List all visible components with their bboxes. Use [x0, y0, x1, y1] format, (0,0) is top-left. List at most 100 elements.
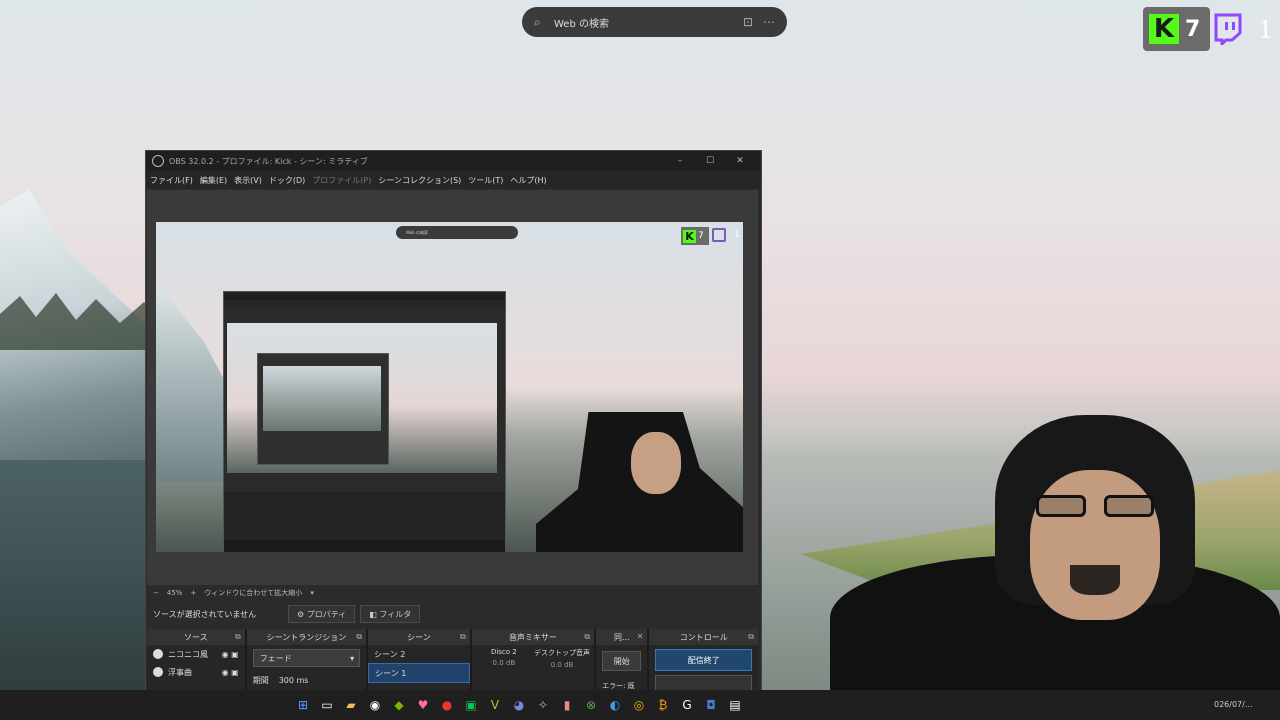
- taskbar: ⊞ ▭ ▰ ◉ ◆ ♥ ● ▣ V ◕ ✧ ▮ ⊗ ◐ ◎ ₿ G ◘ ▤ 02…: [0, 690, 1280, 720]
- sources-dock-title: ソース: [184, 632, 208, 642]
- nested-preview-2: [257, 353, 389, 465]
- menu-scene-collection[interactable]: シーンコレクション(S): [378, 175, 461, 186]
- obs-window-title: OBS 32.0.2 - プロファイル: Kick - シーン: ミラティブ: [169, 156, 368, 166]
- menu-view[interactable]: 表示(V): [234, 175, 262, 186]
- discord-icon[interactable]: ◕: [508, 694, 530, 716]
- zoom-dropdown-icon[interactable]: ▾: [310, 589, 314, 597]
- nested-docks: [224, 492, 505, 540]
- sources-dock-header: ソース ⧉: [147, 629, 245, 645]
- xbox-icon[interactable]: ⊗: [580, 694, 602, 716]
- controls-dock-title: コントロール: [679, 632, 728, 642]
- channel-db: 0.0 dB: [550, 661, 574, 669]
- minimize-icon[interactable]: –: [665, 156, 695, 166]
- no-source-label: ソースが選択されていません: [153, 609, 257, 619]
- duration-input[interactable]: 300 ms: [279, 676, 309, 685]
- preview-search-bar: Web の検索: [396, 226, 518, 239]
- mixer-channels: Disco 2 0.0 dB デスクトップ音声 0.0 dB: [472, 645, 594, 672]
- menu-profile[interactable]: プロファイル(P): [312, 175, 371, 186]
- windows-start-icon[interactable]: ⊞: [292, 694, 314, 716]
- maximize-icon[interactable]: ☐: [695, 156, 725, 166]
- visibility-eye-icon[interactable]: ◉ ▣: [222, 650, 239, 659]
- obs-taskbar-icon[interactable]: ◉: [364, 694, 386, 716]
- file-explorer-icon[interactable]: ▰: [340, 694, 362, 716]
- mixer-dock-title: 音声ミキサー: [508, 632, 557, 642]
- preview-area[interactable]: Web の検索 K 7 1: [147, 190, 758, 585]
- close-icon[interactable]: ✕: [637, 632, 644, 641]
- controls-dock-header: コントロール ⧉: [649, 629, 758, 645]
- edge-icon[interactable]: ◐: [604, 694, 626, 716]
- lips-app-icon[interactable]: ♥: [412, 694, 434, 716]
- audio-mixer-dock: 音声ミキサー ⧉ Disco 2 0.0 dB デスクトップ音声 0.0 dB: [471, 629, 597, 695]
- program-preview[interactable]: Web の検索 K 7 1: [156, 222, 743, 552]
- preview-webcam: [536, 412, 743, 552]
- menu-help[interactable]: ヘルプ(H): [510, 175, 546, 186]
- sync-start-button[interactable]: 開始: [602, 651, 642, 671]
- menu-edit[interactable]: 編集(E): [200, 175, 227, 186]
- undock-icon[interactable]: ⧉: [356, 632, 362, 642]
- app-icon[interactable]: ✧: [532, 694, 554, 716]
- scene-item[interactable]: シーン 2: [368, 645, 470, 663]
- task-view-icon[interactable]: ▭: [316, 694, 338, 716]
- preview-kick-badge: K 7: [681, 227, 709, 245]
- webcam-overlay: [830, 415, 1280, 695]
- glasses-lens: [1104, 495, 1154, 517]
- visibility-eye-icon[interactable]: ◉ ▣: [222, 668, 239, 677]
- nested-taskbar: [224, 540, 505, 552]
- zoom-in-button[interactable]: +: [190, 589, 196, 597]
- fit-window-toggle[interactable]: ウィンドウに合わせて拡大縮小: [204, 588, 302, 598]
- undock-icon[interactable]: ⧉: [584, 632, 590, 642]
- zoom-out-button[interactable]: −: [153, 589, 159, 597]
- nested-preview: [227, 323, 497, 473]
- search-icon: ⌕: [534, 15, 541, 29]
- app-icon[interactable]: ▮: [556, 694, 578, 716]
- properties-button[interactable]: ⚙ プロパティ: [288, 605, 356, 623]
- bitcoin-app-icon[interactable]: ₿: [652, 694, 674, 716]
- properties-label: プロパティ: [306, 609, 347, 619]
- filters-button[interactable]: ◧ フィルタ: [360, 605, 421, 623]
- app-icon[interactable]: ◘: [700, 694, 722, 716]
- twitch-logo-icon: [1214, 13, 1242, 45]
- preview-face: [631, 432, 681, 494]
- menu-file[interactable]: ファイル(F): [150, 175, 193, 186]
- stop-stream-button[interactable]: 配信終了: [655, 649, 752, 671]
- app-icon[interactable]: G: [676, 694, 698, 716]
- transition-select[interactable]: フェード ▾: [252, 649, 361, 667]
- close-icon[interactable]: ✕: [725, 156, 755, 166]
- source-item[interactable]: ニコニコ風 ◉ ▣: [147, 645, 245, 663]
- webcam-face: [1030, 470, 1160, 620]
- webcam-beard: [1070, 565, 1120, 595]
- nested-preview-3: [263, 366, 381, 431]
- webcam-glasses: [1036, 495, 1156, 521]
- scenes-dock: シーン ⧉ シーン 2 シーン 1: [368, 629, 472, 695]
- visual-search-icon[interactable]: ⊡: [743, 15, 753, 29]
- menu-tools[interactable]: ツール(T): [468, 175, 503, 186]
- source-toolbar: ソースが選択されていません ⚙ プロパティ ◧ フィルタ: [147, 601, 758, 627]
- obs-titlebar[interactable]: OBS 32.0.2 - プロファイル: Kick - シーン: ミラティブ –…: [146, 151, 761, 171]
- app-icon[interactable]: ▤: [724, 694, 746, 716]
- taskbar-icons: ⊞ ▭ ▰ ◉ ◆ ♥ ● ▣ V ◕ ✧ ▮ ⊗ ◐ ◎ ₿ G ◘ ▤: [292, 694, 748, 716]
- v-app-icon[interactable]: V: [484, 694, 506, 716]
- preview-kick-count: 7: [698, 231, 704, 241]
- mixer-channel: Disco 2 0.0 dB: [475, 648, 533, 669]
- more-icon[interactable]: ⋯: [763, 15, 775, 29]
- undock-icon[interactable]: ⧉: [748, 632, 754, 642]
- nested-titlebar: [224, 292, 505, 300]
- obs-logo-icon: [152, 155, 164, 167]
- scene-item-active[interactable]: シーン 1: [368, 663, 470, 683]
- menu-docks[interactable]: ドック(D): [269, 175, 305, 186]
- chrome-icon[interactable]: ◎: [628, 694, 650, 716]
- undock-icon[interactable]: ⧉: [235, 632, 241, 642]
- undock-icon[interactable]: ⧉: [460, 632, 466, 642]
- mixer-dock-header: 音声ミキサー ⧉: [471, 629, 595, 645]
- record-app-icon[interactable]: ●: [436, 694, 458, 716]
- web-search-bar[interactable]: ⌕ Web の検索 ⊡ ⋯: [522, 7, 787, 37]
- nvidia-icon[interactable]: ◆: [388, 694, 410, 716]
- line-icon[interactable]: ▣: [460, 694, 482, 716]
- duration-label: 期間: [252, 675, 269, 685]
- nested-menubar: [224, 300, 505, 308]
- source-item[interactable]: 浮事曲 ◉ ▣: [147, 663, 245, 681]
- scenes-dock-header: シーン ⧉: [368, 629, 470, 645]
- transition-dock-header: シーントランジション ⧉: [246, 629, 367, 645]
- record-button[interactable]: [655, 675, 752, 691]
- twitch-viewer-count: 1: [1258, 16, 1274, 44]
